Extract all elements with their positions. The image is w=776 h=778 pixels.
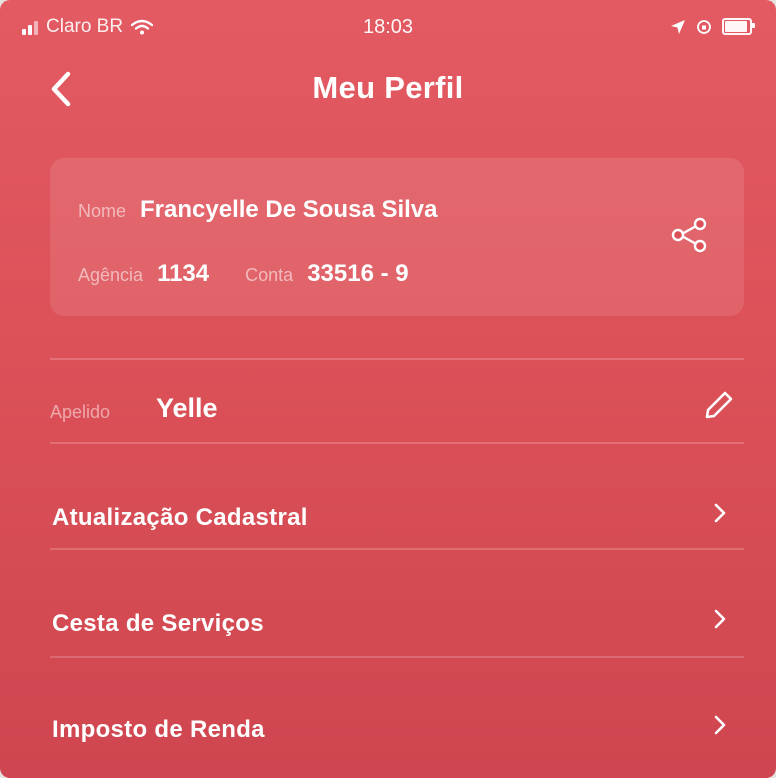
page-title: Meu Perfil bbox=[312, 70, 464, 105]
share-button[interactable] bbox=[664, 210, 714, 260]
name-row: Nome Francyelle De Sousa Silva bbox=[78, 196, 438, 224]
status-time: 18:03 bbox=[362, 16, 414, 38]
menu-item-cesta-de-servicos[interactable]: Cesta de Serviços bbox=[50, 566, 744, 666]
divider bbox=[50, 358, 744, 360]
location-arrow-icon bbox=[671, 19, 685, 34]
menu-item-label: Atualização Cadastral bbox=[52, 504, 308, 531]
name-value: Francyelle De Sousa Silva bbox=[140, 196, 438, 223]
profile-card: Nome Francyelle De Sousa Silva Agência 1… bbox=[50, 158, 744, 316]
nickname-value: Yelle bbox=[156, 393, 218, 423]
agency-value: 1134 bbox=[157, 260, 210, 287]
status-bar: Claro BR 18:03 bbox=[0, 10, 776, 46]
header: Meu Perfil bbox=[0, 56, 776, 120]
chevron-right-icon bbox=[710, 604, 730, 634]
menu-item-imposto-de-renda[interactable]: Imposto de Renda bbox=[50, 672, 744, 772]
nickname-row: Apelido Yelle bbox=[50, 362, 744, 442]
chevron-right-icon bbox=[710, 710, 730, 740]
account-label: Conta bbox=[245, 265, 294, 285]
menu-item-label: Imposto de Renda bbox=[52, 716, 265, 743]
name-label: Nome bbox=[78, 201, 127, 221]
profile-screen: Claro BR 18:03 Meu Perfil Nome Francyell… bbox=[0, 0, 776, 778]
nickname-label: Apelido bbox=[50, 402, 111, 422]
chevron-right-icon bbox=[710, 498, 730, 528]
account-value: 33516 - 9 bbox=[307, 260, 409, 287]
share-icon bbox=[671, 217, 707, 253]
divider bbox=[50, 656, 744, 658]
divider bbox=[50, 548, 744, 550]
menu-item-label: Cesta de Serviços bbox=[52, 610, 264, 637]
pencil-icon bbox=[705, 391, 733, 419]
account-row: Agência 1134 Conta 33516 - 9 bbox=[78, 260, 409, 288]
divider bbox=[50, 442, 744, 444]
agency-label: Agência bbox=[78, 265, 144, 285]
menu-item-atualizacao-cadastral[interactable]: Atualização Cadastral bbox=[50, 460, 744, 560]
orientation-lock-icon bbox=[697, 19, 711, 34]
edit-nickname-button[interactable] bbox=[694, 380, 744, 430]
status-right bbox=[670, 18, 755, 35]
battery-icon bbox=[722, 18, 755, 35]
